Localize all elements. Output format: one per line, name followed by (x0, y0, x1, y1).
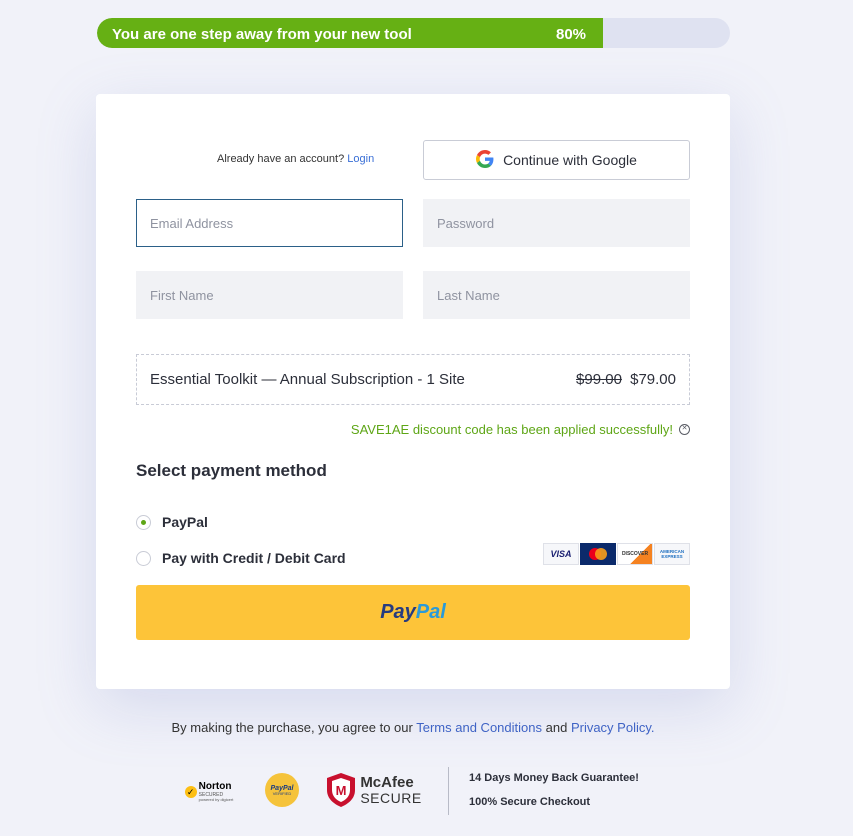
discount-message: SAVE1AE discount code has been applied s… (351, 422, 690, 437)
norton-label: Norton (198, 781, 232, 793)
terms-notice: By making the purchase, you agree to our… (0, 720, 826, 735)
current-price: $79.00 (630, 371, 676, 388)
card-option-label: Pay with Credit / Debit Card (162, 550, 346, 566)
mcafee-shield-icon: M (327, 773, 356, 807)
old-price: $99.00 (576, 371, 622, 388)
terms-and: and (545, 720, 568, 735)
google-signin-button[interactable]: Continue with Google (423, 140, 690, 180)
payment-method-title: Select payment method (136, 461, 327, 480)
discover-icon: DISCOVER (617, 543, 653, 565)
google-icon (476, 149, 494, 171)
email-field-wrap (136, 199, 403, 247)
email-field[interactable] (150, 215, 389, 231)
first-name-field[interactable] (150, 287, 389, 303)
guarantee-block: 14 Days Money Back Guarantee! 100% Secur… (448, 767, 639, 815)
guarantee-line1: 14 Days Money Back Guarantee! (469, 772, 639, 784)
paypal-verified-badge: PayPal VERIFIED (265, 773, 299, 807)
price-group: $99.00 $79.00 (576, 371, 676, 388)
paypal-option-label: PayPal (162, 514, 208, 530)
norton-badge: ✓ Norton SECURED powered by digicert (177, 774, 241, 810)
card-logos: VISA DISCOVER AMERICAN EXPRESS (543, 543, 690, 565)
privacy-link[interactable]: Privacy Policy. (571, 720, 655, 735)
progress-bar: You are one step away from your new tool… (97, 18, 730, 48)
mcafee-sub: SECURE (360, 789, 422, 806)
product-name: Essential Toolkit — Annual Subscription … (150, 371, 465, 388)
paypal-checkout-button[interactable]: Pay Pal (136, 585, 690, 640)
paypal-logo-part2: Pal (415, 601, 446, 623)
paypal-verified-sub: VERIFIED (272, 790, 292, 796)
payment-option-paypal[interactable]: PayPal (136, 514, 208, 530)
mcafee-badge: M McAfee SECURE (323, 770, 425, 810)
mcafee-label: McAfee (360, 773, 414, 791)
norton-text: Norton SECURED powered by digicert (199, 782, 234, 802)
discount-text: SAVE1AE discount code has been applied s… (350, 422, 673, 437)
amex-icon: AMERICAN EXPRESS (654, 543, 690, 565)
login-link[interactable]: Login (347, 153, 374, 165)
norton-check-icon: ✓ (184, 786, 197, 798)
first-name-field-wrap (136, 271, 403, 319)
svg-text:M: M (336, 783, 347, 798)
last-name-field[interactable] (437, 287, 676, 303)
google-button-label: Continue with Google (503, 152, 637, 168)
mastercard-icon (580, 543, 616, 565)
guarantee-line2: 100% Secure Checkout (469, 796, 591, 808)
last-name-field-wrap (423, 271, 690, 319)
paypal-logo-part1: Pay (380, 601, 416, 623)
login-prompt-text: Already have an account? (217, 153, 345, 165)
visa-icon: VISA (543, 543, 579, 565)
progress-percent: 80% (556, 26, 587, 43)
login-prompt: Already have an account? Login (217, 153, 374, 165)
terms-prefix: By making the purchase, you agree to our (171, 720, 413, 735)
remove-discount-icon[interactable]: ✕ (679, 424, 690, 435)
checkout-card: Already have an account? Login Continue … (96, 94, 730, 689)
order-summary: Essential Toolkit — Annual Subscription … (136, 354, 690, 405)
mcafee-text: McAfee SECURE (360, 775, 421, 805)
password-field-wrap (423, 199, 690, 247)
card-radio[interactable] (136, 550, 151, 566)
norton-powered: powered by digicert (198, 796, 234, 802)
terms-link[interactable]: Terms and Conditions (416, 720, 542, 735)
progress-text: You are one step away from your new tool (112, 26, 412, 43)
payment-option-card[interactable]: Pay with Credit / Debit Card (136, 550, 346, 566)
paypal-radio[interactable] (136, 514, 151, 530)
password-field[interactable] (437, 215, 676, 231)
